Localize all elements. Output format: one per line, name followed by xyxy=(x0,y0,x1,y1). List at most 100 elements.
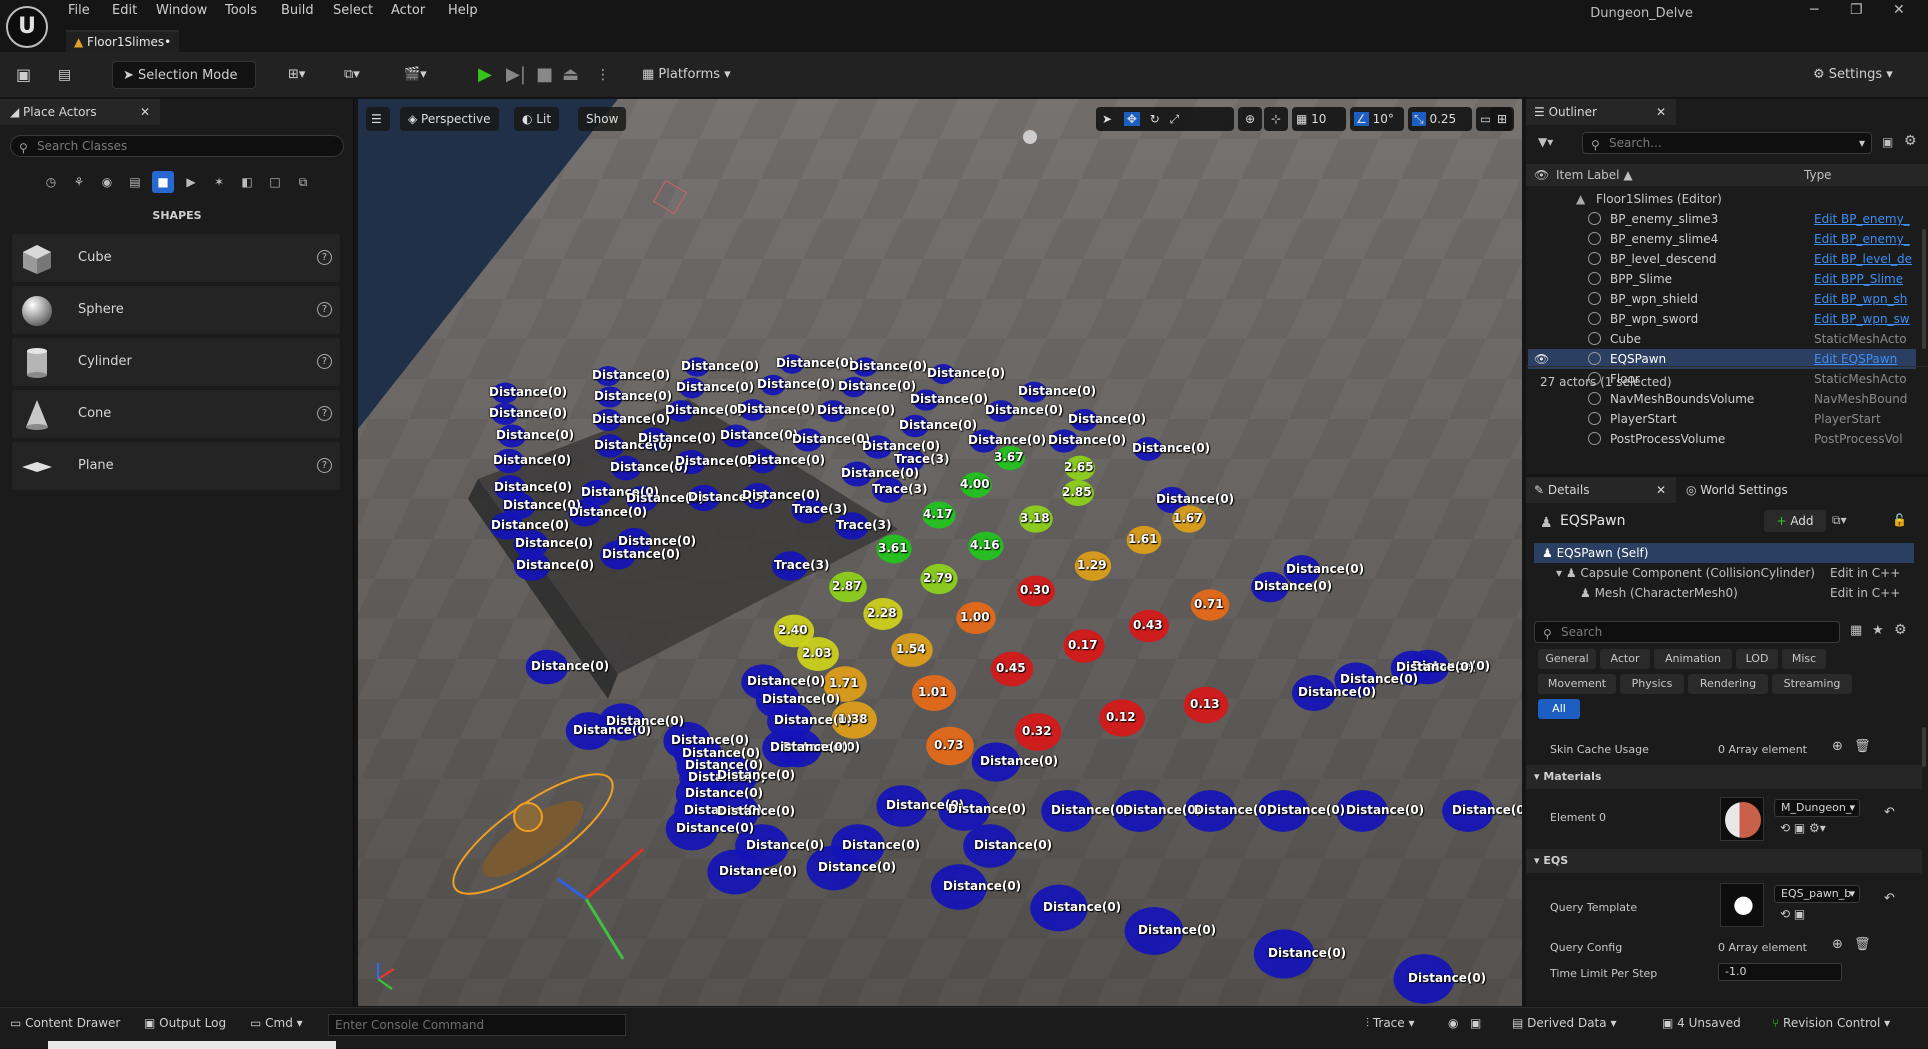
cinematics-icon[interactable]: 🎬▾ xyxy=(404,61,444,89)
menu-build[interactable]: Build xyxy=(281,3,314,18)
menu-actor[interactable]: Actor xyxy=(391,3,425,18)
component-capsule[interactable]: ▾ ♟ Capsule Component (CollisionCylinder… xyxy=(1534,563,1914,583)
actor-type[interactable]: Edit BPP_Slime xyxy=(1814,269,1914,289)
menu-edit[interactable]: Edit xyxy=(112,3,137,18)
outliner-root[interactable]: ▲ Floor1Slimes (Editor) xyxy=(1528,189,1916,209)
add-actor-icon[interactable]: ⊞▾ xyxy=(288,61,328,89)
shape-sphere[interactable]: Sphere ? xyxy=(12,286,340,334)
trace-button[interactable]: ⫶ Trace ▾ xyxy=(1366,1016,1415,1031)
close-icon[interactable]: ✕ xyxy=(1656,477,1666,503)
filter-physics[interactable]: Physics xyxy=(1620,674,1684,694)
viewport-layout-icon[interactable]: ⊞ xyxy=(1490,107,1514,131)
star-icon[interactable]: ★ xyxy=(1872,623,1884,638)
platforms-button[interactable]: ▦ Platforms ▾ xyxy=(642,61,742,89)
world-settings-tab[interactable]: ◎ World Settings xyxy=(1676,477,1806,503)
outliner-row[interactable]: Cube StaticMeshActo xyxy=(1528,329,1916,349)
perspective-button[interactable]: ◈ Perspective xyxy=(400,107,499,131)
outliner-row[interactable]: PlayerStart PlayerStart xyxy=(1528,409,1916,429)
blueprint-options-icon[interactable]: ⧉▾ xyxy=(1832,513,1847,528)
screenshot-icon[interactable]: ▣ xyxy=(1470,1016,1481,1030)
viewport-menu-icon[interactable]: ☰ xyxy=(366,107,390,131)
browse-icon[interactable]: ▤ xyxy=(58,61,78,89)
shape-cylinder[interactable]: Cylinder ? xyxy=(12,338,340,386)
geometry-icon[interactable]: ✶ xyxy=(208,171,230,193)
type-column[interactable]: Type xyxy=(1804,164,1832,186)
eqs-section[interactable]: ▾ EQS xyxy=(1526,849,1922,873)
menu-select[interactable]: Select xyxy=(333,3,373,18)
gear-icon[interactable]: ⚙ xyxy=(1894,622,1907,638)
material-actions-icon[interactable]: ⟲ ▣ ⚙▾ xyxy=(1780,821,1826,835)
output-log-button[interactable]: ▣ Output Log xyxy=(144,1016,226,1030)
revision-control-button[interactable]: ⑂ Revision Control ▾ xyxy=(1772,1016,1890,1030)
visual-effects-icon[interactable]: ▶ xyxy=(180,171,202,193)
component-self[interactable]: ♟ EQSPawn (Self) xyxy=(1534,543,1914,563)
filter-lod[interactable]: LOD xyxy=(1736,649,1778,669)
material-thumbnail[interactable] xyxy=(1720,797,1764,841)
viewport-scene[interactable] xyxy=(358,99,1522,1006)
scale-snap-button[interactable]: ⤡ 0.25 xyxy=(1408,107,1472,131)
help-icon[interactable]: ? xyxy=(317,406,332,421)
more-options-icon[interactable]: ⋮ xyxy=(596,64,610,86)
unsaved-button[interactable]: ▣ 4 Unsaved xyxy=(1662,1016,1741,1030)
query-template-thumbnail[interactable]: ● xyxy=(1720,883,1764,927)
menu-help[interactable]: Help xyxy=(448,3,478,18)
show-button[interactable]: Show xyxy=(578,107,627,131)
rotate-tool-icon[interactable]: ↻ xyxy=(1150,112,1160,126)
level-viewport[interactable]: Distance(0) Distance(0) Distance(0) Distanc… xyxy=(358,99,1522,1006)
filter-rendering[interactable]: Rendering xyxy=(1688,674,1768,694)
outliner-row[interactable]: BPP_Slime Edit BPP_Slime xyxy=(1528,269,1916,289)
grid-snap-button[interactable]: ▦ 10 xyxy=(1292,107,1346,131)
time-limit-input[interactable]: -1.0 xyxy=(1718,963,1842,981)
maximize-icon[interactable]: ❐ xyxy=(1850,2,1863,18)
filter-movement[interactable]: Movement xyxy=(1538,674,1616,694)
filter-animation[interactable]: Animation xyxy=(1654,649,1732,669)
volumes-icon[interactable]: ◧ xyxy=(236,171,258,193)
filter-icon[interactable]: ▼▾ xyxy=(1538,135,1553,149)
table-view-icon[interactable]: ▦ xyxy=(1850,623,1862,638)
outliner-scrollbar[interactable] xyxy=(1922,229,1926,349)
lights-icon[interactable]: ◉ xyxy=(96,171,118,193)
close-window-icon[interactable]: ✕ xyxy=(1893,2,1905,18)
help-icon[interactable]: ? xyxy=(317,458,332,473)
shape-cube[interactable]: Cube ? xyxy=(12,234,340,282)
unreal-logo-icon[interactable]: U xyxy=(6,6,48,48)
filter-general[interactable]: General xyxy=(1538,649,1596,669)
help-icon[interactable]: ? xyxy=(317,302,332,317)
add-component-button[interactable]: + Add xyxy=(1764,510,1826,532)
outliner-row[interactable]: BP_enemy_slime4 Edit BP_enemy_ xyxy=(1528,229,1916,249)
outliner-row[interactable]: BP_level_descend Edit BP_level_de xyxy=(1528,249,1916,269)
material-dropdown[interactable]: M_Dungeon_ ▾ xyxy=(1774,799,1860,817)
basic-icon[interactable]: ⚘ xyxy=(68,171,90,193)
reset-icon[interactable]: ↶ xyxy=(1884,891,1895,906)
component-mesh[interactable]: ♟ Mesh (CharacterMesh0) Edit in C++ xyxy=(1534,583,1914,603)
filter-all[interactable]: All xyxy=(1538,699,1580,719)
edit-cpp-link[interactable]: Edit in C++ xyxy=(1830,563,1900,583)
details-search-input[interactable]: ⚲ Search xyxy=(1534,621,1840,643)
scale-tool-icon[interactable]: ⤢ xyxy=(1170,112,1180,126)
cinematic-icon[interactable]: ▤ xyxy=(124,171,146,193)
details-tab[interactable]: ✎ Details ✕ xyxy=(1526,477,1676,503)
world-local-icon[interactable]: ⊕ xyxy=(1238,107,1262,131)
record-icon[interactable]: ◉ xyxy=(1448,1016,1458,1030)
actor-type[interactable]: Edit BP_enemy_ xyxy=(1814,209,1914,229)
actor-type[interactable]: Edit BP_enemy_ xyxy=(1814,229,1914,249)
menu-tools[interactable]: Tools xyxy=(225,3,257,18)
trash-icon[interactable]: 🗑 xyxy=(1854,739,1871,754)
menu-file[interactable]: File xyxy=(68,3,90,18)
outliner-row[interactable]: BP_enemy_slime3 Edit BP_enemy_ xyxy=(1528,209,1916,229)
outliner-search-input[interactable]: ⚲ Search... ▾ xyxy=(1582,132,1872,154)
step-icon[interactable]: ▶| xyxy=(506,64,526,86)
derived-data-button[interactable]: ▤ Derived Data ▾ xyxy=(1512,1016,1616,1030)
materials-section[interactable]: ▾ Materials xyxy=(1526,765,1922,789)
add-element-icon[interactable]: ⊕ xyxy=(1832,739,1843,754)
lit-button[interactable]: ◐ Lit xyxy=(514,107,560,131)
level-tab[interactable]: ▲ Floor1Slimes• xyxy=(66,30,180,52)
help-icon[interactable]: ? xyxy=(317,354,332,369)
recent-icon[interactable]: ◷ xyxy=(40,171,62,193)
eject-icon[interactable]: ⏏ xyxy=(562,64,579,86)
close-icon[interactable]: ✕ xyxy=(140,99,150,125)
outliner-row[interactable]: BP_wpn_sword Edit BP_wpn_sw xyxy=(1528,309,1916,329)
place-actors-tab[interactable]: ◢ Place Actors ✕ xyxy=(0,99,160,125)
menu-window[interactable]: Window xyxy=(156,3,207,18)
shape-cone[interactable]: Cone ? xyxy=(12,390,340,438)
